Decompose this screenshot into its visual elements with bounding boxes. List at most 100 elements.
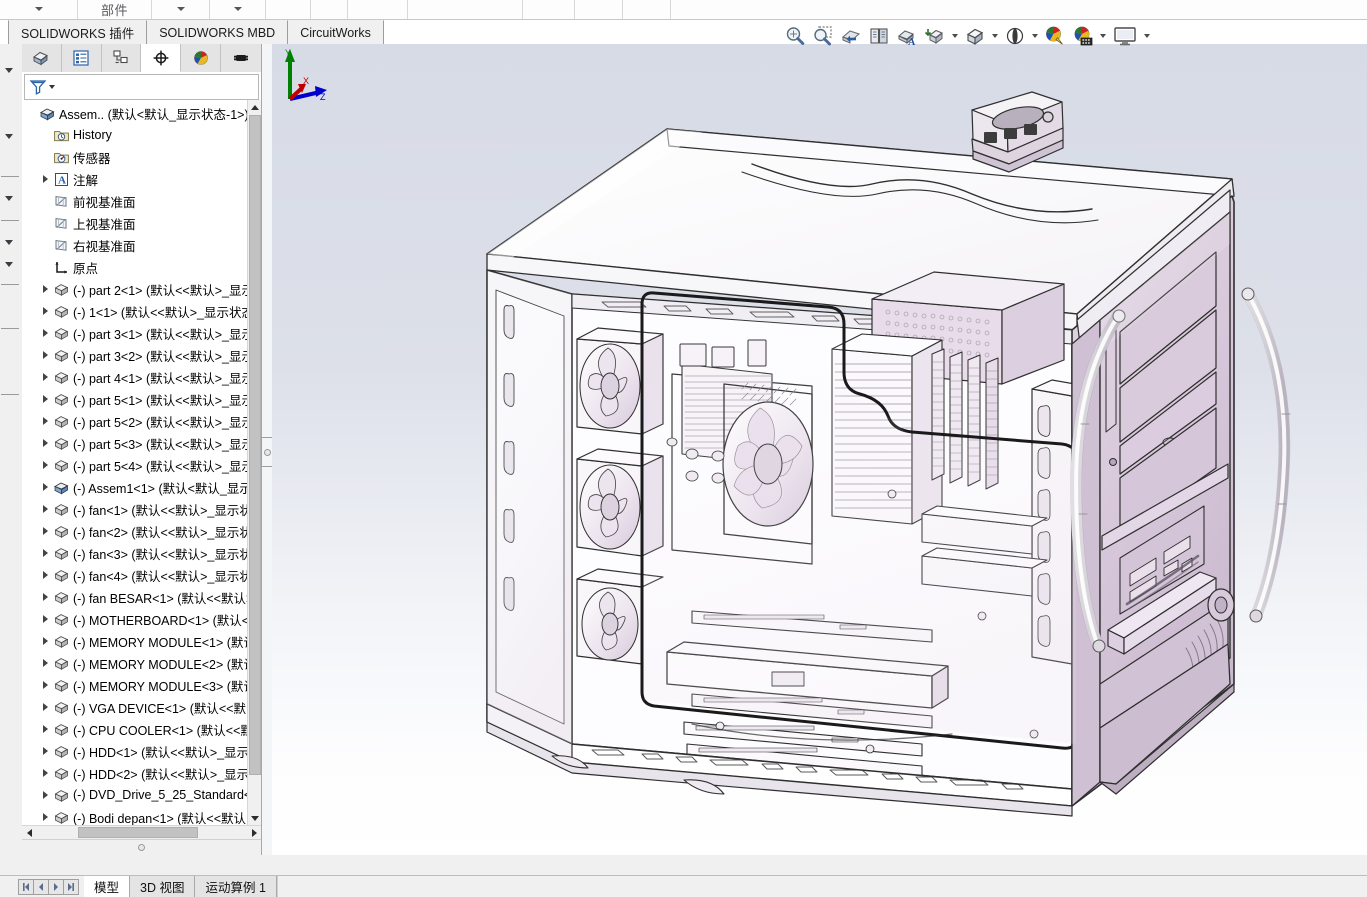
tree-expand-toggle[interactable]	[38, 762, 52, 784]
fmgr-tab-property-manager[interactable]	[61, 44, 102, 72]
full-screen-button[interactable]	[1110, 23, 1140, 49]
tree-node[interactable]: (-) CPU COOLER<1> (默认<<默	[22, 718, 247, 740]
tree-node[interactable]: (-) MOTHERBOARD<1> (默认<-	[22, 608, 247, 630]
scrollbar-thumb[interactable]	[249, 115, 261, 775]
gutter-caret-4[interactable]	[5, 240, 13, 245]
edit-appearance-dropdown[interactable]	[990, 23, 1000, 49]
ribbon-cell-10[interactable]	[623, 0, 671, 19]
tree-node[interactable]: (-) part 5<4> (默认<<默认>_显示	[22, 454, 247, 476]
tab-circuitworks[interactable]: CircuitWorks	[288, 20, 384, 44]
tree-node[interactable]: (-) part 3<2> (默认<<默认>_显示	[22, 344, 247, 366]
scroll-left-button[interactable]	[22, 826, 36, 840]
tree-expand-toggle[interactable]	[38, 454, 52, 476]
display-style-button[interactable]: A	[894, 23, 920, 49]
ribbon-cell-2[interactable]	[152, 0, 210, 19]
ribbon-cell-0[interactable]	[0, 0, 78, 19]
tree-vertical-scrollbar[interactable]	[247, 100, 261, 825]
gutter-caret-5[interactable]	[5, 262, 13, 267]
ribbon-cell-9[interactable]	[575, 0, 623, 19]
tree-node[interactable]: (-) part 2<1> (默认<<默认>_显示	[22, 278, 247, 300]
tree-expand-toggle[interactable]	[38, 586, 52, 608]
tree-node[interactable]: A 注解	[22, 168, 247, 190]
tree-expand-toggle[interactable]	[38, 674, 52, 696]
tree-node[interactable]: 前视基准面	[22, 190, 247, 212]
tree-expand-toggle[interactable]	[38, 542, 52, 564]
ribbon-cell-8[interactable]	[523, 0, 575, 19]
tree-node[interactable]: (-) part 5<2> (默认<<默认>_显示	[22, 410, 247, 432]
scroll-right-button[interactable]	[247, 826, 261, 840]
tree-expand-toggle[interactable]	[38, 696, 52, 718]
bottom-tab-3d-views[interactable]: 3D 视图	[130, 876, 196, 897]
section-view-button[interactable]	[838, 23, 864, 49]
tree-node[interactable]: 原点	[22, 256, 247, 278]
tree-expand-toggle[interactable]	[38, 806, 52, 825]
tree-expand-toggle[interactable]	[38, 630, 52, 652]
nav-next-button[interactable]	[48, 878, 64, 895]
panel-resize-handle[interactable]	[22, 839, 261, 855]
tree-node[interactable]: (-) HDD<1> (默认<<默认>_显示	[22, 740, 247, 762]
tree-expand-toggle[interactable]	[38, 300, 52, 322]
tree-filter-bar[interactable]	[24, 74, 259, 100]
graphics-viewport[interactable]: Y Z X	[272, 44, 1367, 855]
fmgr-tab-feature-tree[interactable]	[22, 44, 62, 72]
view-orientation-button[interactable]	[866, 23, 892, 49]
apply-scene-button[interactable]	[1002, 23, 1028, 49]
tree-node[interactable]: History	[22, 124, 247, 146]
nav-first-button[interactable]	[18, 878, 34, 895]
tree-node[interactable]: (-) 1<1> (默认<<默认>_显示状态	[22, 300, 247, 322]
tree-expand-toggle[interactable]	[38, 564, 52, 586]
tree-node[interactable]: (-) fan BESAR<1> (默认<<默认>	[22, 586, 247, 608]
tree-expand-toggle[interactable]	[38, 652, 52, 674]
tree-node[interactable]: (-) fan<2> (默认<<默认>_显示状	[22, 520, 247, 542]
bottom-tab-motion-study-1[interactable]: 运动算例 1	[195, 876, 277, 897]
tree-expand-toggle[interactable]	[38, 344, 52, 366]
fmgr-tab-dimxpert[interactable]	[141, 44, 182, 72]
tree-node[interactable]: (-) part 3<1> (默认<<默认>_显示	[22, 322, 247, 344]
tree-node[interactable]: (-) Bodi depan<1> (默认<<默认	[22, 806, 247, 825]
tree-filter-input[interactable]	[57, 79, 258, 95]
tree-node[interactable]: (-) fan<1> (默认<<默认>_显示状	[22, 498, 247, 520]
ribbon-cell-components[interactable]: 部件	[78, 0, 152, 19]
tree-node[interactable]: Assem.. (默认<默认_显示状态-1>)	[22, 102, 247, 124]
render-tools-dropdown[interactable]	[1098, 23, 1108, 49]
tree-expand-toggle[interactable]	[38, 278, 52, 300]
hide-show-items-dropdown[interactable]	[950, 23, 960, 49]
filter-dropdown-caret[interactable]	[49, 85, 55, 89]
gutter-caret-2[interactable]	[5, 134, 13, 139]
zoom-to-area-button[interactable]	[810, 23, 836, 49]
tree-node[interactable]: 传感器	[22, 146, 247, 168]
tree-expand-toggle[interactable]	[38, 520, 52, 542]
tree-horizontal-scrollbar[interactable]	[22, 825, 261, 839]
tree-node[interactable]: (-) Assem1<1> (默认<默认_显示	[22, 476, 247, 498]
tree-node[interactable]: (-) VGA DEVICE<1> (默认<<默	[22, 696, 247, 718]
tree-node[interactable]: (-) DVD_Drive_5_25_Standard<1	[22, 784, 247, 806]
tree-node[interactable]: (-) part 5<1> (默认<<默认>_显示	[22, 388, 247, 410]
tree-node[interactable]: (-) part 5<3> (默认<<默认>_显示	[22, 432, 247, 454]
tree-expand-toggle[interactable]	[38, 366, 52, 388]
tree-node[interactable]: (-) MEMORY MODULE<3> (默认	[22, 674, 247, 696]
fmgr-tab-configuration[interactable]	[101, 44, 142, 72]
tree-node[interactable]: 上视基准面	[22, 212, 247, 234]
scroll-up-button[interactable]	[248, 100, 261, 114]
tree-node[interactable]: (-) fan<3> (默认<<默认>_显示状	[22, 542, 247, 564]
tree-expand-toggle[interactable]	[38, 388, 52, 410]
tree-expand-toggle[interactable]	[38, 740, 52, 762]
ribbon-cell-4[interactable]	[266, 0, 311, 19]
tree-node[interactable]: (-) MEMORY MODULE<2> (默认	[22, 652, 247, 674]
apply-scene-dropdown[interactable]	[1030, 23, 1040, 49]
tree-node[interactable]: (-) fan<4> (默认<<默认>_显示状	[22, 564, 247, 586]
edit-appearance-button[interactable]	[962, 23, 988, 49]
tree-expand-toggle[interactable]	[38, 432, 52, 454]
tab-solidworks-addins[interactable]: SOLIDWORKS 插件	[8, 20, 148, 44]
gutter-caret-3[interactable]	[5, 196, 13, 201]
tab-solidworks-mbd[interactable]: SOLIDWORKS MBD	[147, 20, 289, 44]
tree-node[interactable]: (-) MEMORY MODULE<1> (默认	[22, 630, 247, 652]
tree-node[interactable]: 右视基准面	[22, 234, 247, 256]
tree-expand-toggle[interactable]	[38, 608, 52, 630]
view-settings-button[interactable]	[1042, 23, 1068, 49]
bottom-tab-model[interactable]: 模型	[84, 876, 131, 897]
ribbon-cell-6[interactable]	[348, 0, 408, 19]
tree-node[interactable]: (-) part 4<1> (默认<<默认>_显示	[22, 366, 247, 388]
fmgr-tab-appearances[interactable]	[181, 44, 222, 72]
hscrollbar-thumb[interactable]	[78, 827, 198, 838]
